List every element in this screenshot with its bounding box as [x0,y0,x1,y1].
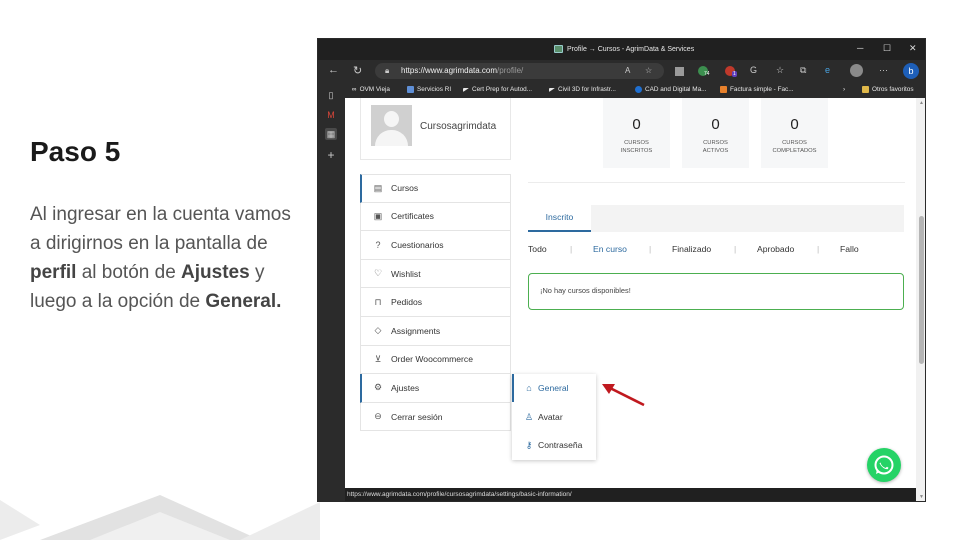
scroll-down-icon[interactable]: ▼ [919,494,924,500]
other-favorites[interactable]: Otros favoritos [862,86,914,93]
course-tabs: Inscrito [528,205,904,232]
avatar [371,105,412,146]
menu-item-ajustes[interactable]: ⚙ Ajustes [360,374,511,403]
status-bar: https://www.agrimdata.com/profile/cursos… [345,488,916,501]
site-tab-icon[interactable]: ▦ [325,128,337,140]
close-icon[interactable]: ✕ [909,43,917,54]
menu-item-wishlist[interactable]: ♡ Wishlist [360,259,511,289]
bookmark-item[interactable]: Civil 3D for Infrastr... [549,86,616,93]
bag-icon: ⊓ [374,296,382,307]
stat-cursos-inscritos: 0 CURSOS INSCRITOS [603,98,670,168]
home-icon: ⌂ [526,383,532,393]
bookmark-item[interactable]: Factura simple - Fac... [720,86,794,93]
divider [528,182,905,183]
menu-item-assignments[interactable]: ◇ Assignments [360,316,511,346]
key-icon: ⚷ [525,439,533,450]
extension-g-icon[interactable]: G [750,65,757,75]
bing-icon[interactable]: b [903,63,919,79]
book-icon: ▤ [373,182,383,193]
title-bar: Profile → Cursos - AgrimData & Services … [318,39,925,60]
menu-item-certificates[interactable]: ▣ Certificates [360,202,511,232]
browser-window: Profile → Cursos - AgrimData & Services … [317,38,926,502]
filter-en-curso[interactable]: En curso [593,244,627,254]
question-icon: ? [375,239,381,250]
bookmarks-overflow-icon[interactable]: › [843,86,845,93]
collections-icon[interactable]: ⧉ [800,65,806,76]
tabs-panel-icon[interactable]: ▯ [325,89,337,101]
minimize-icon[interactable]: ─ [857,43,863,53]
settings-avatar[interactable]: ♙ Avatar [512,403,596,431]
stat-cursos-activos: 0 CURSOS ACTIVOS [682,98,749,168]
url-domain: https://www.agrimdata.com [401,66,498,75]
menu-item-cursos[interactable]: ▤ Cursos [360,174,511,203]
stat-cursos-completados: 0 CURSOS COMPLETADOS [761,98,828,168]
slide: Paso 5 Al ingresar en la cuenta vamos a … [0,0,960,540]
bookmark-item[interactable]: Servicios RI [407,86,451,93]
whatsapp-button[interactable] [867,448,901,482]
bookmark-item[interactable]: CAD and Digital Ma... [635,86,706,93]
lock-icon: 🔒︎ [385,66,390,75]
add-icon[interactable]: + [325,149,337,161]
settings-contrasena[interactable]: ⚷ Contraseña [512,431,596,459]
pointer-arrow [602,384,645,407]
profile-menu: ▤ Cursos ▣ Certificates ? Cuestionarios ♡ Wi… [360,174,511,432]
refresh-icon[interactable]: ↻ [353,64,362,77]
filter-todo[interactable]: Todo [528,244,547,254]
diamond-icon: ◇ [374,325,382,336]
whatsapp-icon [874,455,894,475]
site-favicon-icon [554,45,563,53]
bookmarks-bar: ∞ OVM Vieja Servicios RI Cert Prep for Au… [345,83,925,98]
username: Cursosagrimdata [420,121,497,132]
empty-courses-alert: ¡No hay cursos disponibles! [528,273,904,310]
step-title: Paso 5 [30,136,121,167]
vertical-scrollbar[interactable]: ▲ ▼ [916,98,925,501]
edge-icon[interactable]: e [825,65,830,75]
logout-icon: ⊖ [374,411,382,422]
certificate-icon: ▣ [373,210,383,221]
maximize-icon[interactable]: ☐ [883,43,891,54]
decorative-chevrons [0,495,320,540]
filter-aprobado[interactable]: Aprobado [757,244,794,254]
bookmark-item[interactable]: Cert Prep for Autod... [463,86,532,93]
settings-general[interactable]: ⌂ General [512,374,596,402]
heart-icon: ♡ [373,268,383,279]
favorites-icon[interactable]: ☆ [776,65,784,76]
back-icon[interactable]: ← [328,64,339,76]
profile-card: Cursosagrimdata [360,98,511,160]
address-toolbar: ← ↻ 🔒︎ https://www.agrimdata.com/profile… [318,60,925,83]
filter-fallo[interactable]: Fallo [840,244,859,254]
tab-inscrito[interactable]: Inscrito [528,205,591,232]
browser-sidebar: ▯ M ▦ + [318,83,345,501]
scroll-up-icon[interactable]: ▲ [919,100,924,106]
menu-item-cerrar-sesion[interactable]: ⊖ Cerrar sesión [360,402,511,432]
settings-dropdown: ⌂ General ♙ Avatar ⚷ Contraseña [512,374,596,460]
menu-item-pedidos[interactable]: ⊓ Pedidos [360,288,511,317]
menu-item-cuestionarios[interactable]: ? Cuestionarios [360,231,511,260]
window-title: Profile → Cursos - AgrimData & Services [567,45,695,53]
extension-icon[interactable] [675,67,684,76]
cart-icon: ⊻ [374,353,382,364]
scrollbar-thumb[interactable] [919,216,924,364]
url-path: /profile/ [497,66,524,75]
profile-avatar[interactable] [850,64,863,77]
gmail-icon[interactable]: M [325,109,337,121]
address-bar[interactable]: 🔒︎ https://www.agrimdata.com/profile/ A … [375,63,664,79]
read-aloud-icon[interactable]: A [625,63,630,79]
favorite-star-icon[interactable]: ☆ [645,63,652,79]
page-content: Cursosagrimdata ▤ Cursos ▣ Certificates ? C… [345,98,916,488]
bookmark-item[interactable]: ∞ OVM Vieja [352,86,390,93]
status-url: https://www.agrimdata.com/profile/cursos… [347,491,572,498]
filter-finalizado[interactable]: Finalizado [672,244,711,254]
user-icon: ♙ [524,411,534,422]
gear-icon: ⚙ [373,382,383,393]
step-description: Al ingresar en la cuenta vamos a dirigir… [30,204,291,312]
menu-item-order-woocommerce[interactable]: ⊻ Order Woocommerce [360,345,511,375]
course-filters: Todo | En curso | Finalizado | Aprobado … [528,244,859,254]
more-options-icon[interactable]: ··· [879,65,888,75]
